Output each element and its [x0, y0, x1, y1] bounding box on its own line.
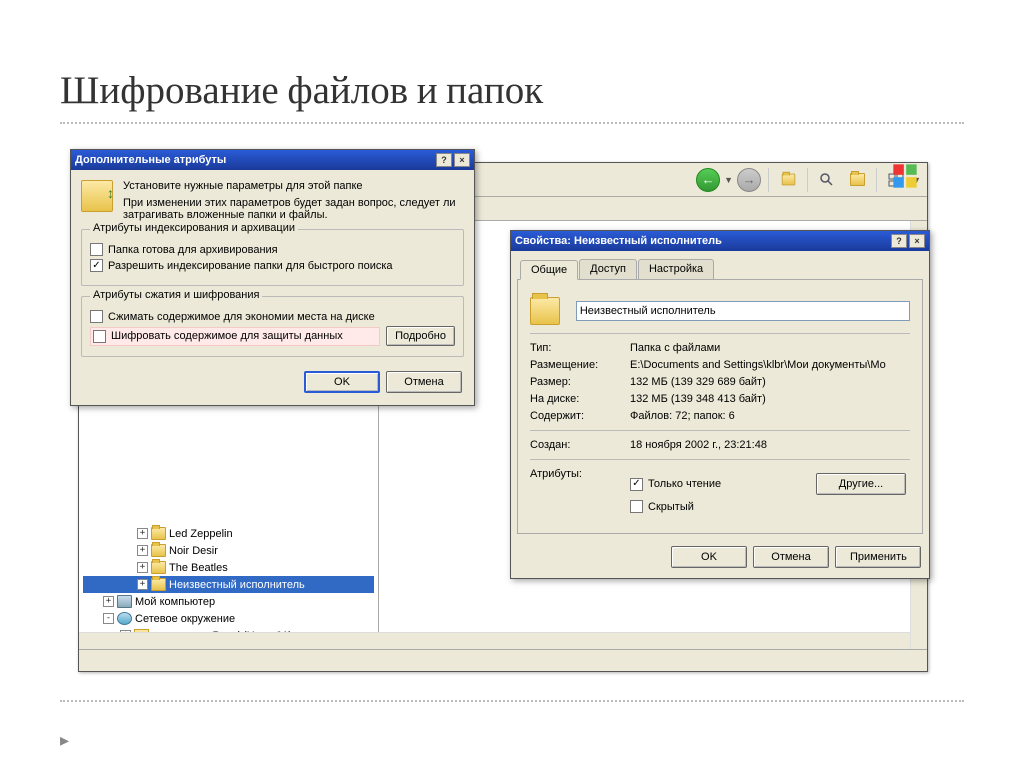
windows-flag-icon	[891, 162, 919, 190]
apply-button[interactable]: Применить	[835, 546, 921, 568]
encrypt-checkbox[interactable]	[93, 330, 106, 343]
statusbar	[79, 649, 927, 671]
slide-title: Шифрование файлов и папок	[60, 68, 543, 113]
created-label: Создан:	[530, 439, 630, 451]
tab-access[interactable]: Доступ	[579, 259, 637, 279]
up-folder-button[interactable]	[774, 167, 802, 193]
tree-label: Noir Desir	[169, 545, 218, 557]
other-button-highlight: Другие...	[812, 471, 910, 497]
compress-checkbox[interactable]	[90, 310, 103, 323]
size-value: 132 МБ (139 329 689 байт)	[630, 376, 910, 388]
properties-tabs: Общие Доступ Настройка	[517, 259, 923, 280]
encrypt-highlight: Шифровать содержимое для защиты данных	[90, 327, 380, 346]
ondisk-value: 132 МБ (139 348 413 байт)	[630, 393, 910, 405]
index-label: Разрешить индексирование папки для быстр…	[108, 260, 393, 272]
tree-label: The Beatles	[169, 562, 228, 574]
cancel-button[interactable]: Отмена	[753, 546, 829, 568]
index-archive-fieldset: Атрибуты индексирования и архивации Папк…	[81, 229, 464, 286]
tree-expand-icon[interactable]: +	[137, 528, 148, 539]
compress-encrypt-fieldset: Атрибуты сжатия и шифрования Сжимать сод…	[81, 296, 464, 357]
ok-button[interactable]: OK	[671, 546, 747, 568]
created-value: 18 ноября 2002 г., 23:21:48	[630, 439, 910, 451]
tree-label: Led Zeppelin	[169, 528, 233, 540]
attributes-titlebar[interactable]: Дополнительные атрибуты ? ×	[71, 150, 474, 170]
folder-icon	[151, 561, 166, 574]
tree-item[interactable]: + Мой компьютер	[83, 593, 374, 610]
nav-back-dropdown[interactable]: ▼	[724, 175, 733, 185]
hidden-checkbox[interactable]	[630, 500, 643, 513]
location-value: E:\Documents and Settings\klbr\Мои докум…	[630, 359, 910, 371]
archive-checkbox[interactable]	[90, 243, 103, 256]
tree-item[interactable]: + Неизвестный исполнитель	[83, 576, 374, 593]
folder-icon	[151, 544, 166, 557]
contains-value: Файлов: 72; папок: 6	[630, 410, 910, 422]
intro-text-2: При изменении этих параметров будет зада…	[123, 197, 464, 221]
help-button[interactable]: ?	[891, 234, 907, 248]
type-value: Папка с файлами	[630, 342, 910, 354]
nav-back-button[interactable]: ←	[694, 167, 722, 193]
properties-titlebar[interactable]: Свойства: Неизвестный исполнитель ? ×	[511, 231, 929, 251]
folder-name-input[interactable]	[576, 301, 910, 321]
intro-text-1: Установите нужные параметры для этой пап…	[123, 180, 464, 192]
divider-top	[60, 122, 964, 124]
tree-expand-icon[interactable]: +	[103, 596, 114, 607]
help-button[interactable]: ?	[436, 153, 452, 167]
tree-item[interactable]: - Сетевое окружение	[83, 610, 374, 627]
index-archive-legend: Атрибуты индексирования и архивации	[90, 222, 298, 234]
index-checkbox[interactable]	[90, 259, 103, 272]
folder-icon	[151, 578, 166, 591]
tree-item[interactable]: + Led Zeppelin	[83, 525, 374, 542]
location-label: Размещение:	[530, 359, 630, 371]
size-label: Размер:	[530, 376, 630, 388]
readonly-checkbox[interactable]	[630, 478, 643, 491]
ondisk-label: На диске:	[530, 393, 630, 405]
network-icon	[117, 612, 132, 625]
properties-dialog: Свойства: Неизвестный исполнитель ? × Об…	[510, 230, 930, 579]
hidden-label: Скрытый	[648, 501, 694, 513]
properties-title: Свойства: Неизвестный исполнитель	[515, 235, 889, 247]
contains-label: Содержит:	[530, 410, 630, 422]
tree-label: Сетевое окружение	[135, 613, 235, 625]
attributes-dialog: Дополнительные атрибуты ? × Установите н…	[70, 149, 475, 406]
folders-button[interactable]	[843, 167, 871, 193]
other-attributes-button[interactable]: Другие...	[816, 473, 906, 495]
cancel-button[interactable]: Отмена	[386, 371, 462, 393]
divider-bottom	[60, 700, 964, 702]
folder-icon	[151, 527, 166, 540]
tree-expand-icon[interactable]: +	[137, 579, 148, 590]
search-button[interactable]	[813, 167, 841, 193]
compress-encrypt-legend: Атрибуты сжатия и шифрования	[90, 289, 262, 301]
folder-settings-icon	[81, 180, 113, 212]
nav-forward-button[interactable]: →	[735, 167, 763, 193]
compress-label: Сжимать содержимое для экономии места на…	[108, 311, 375, 323]
tree-item[interactable]: + Noir Desir	[83, 542, 374, 559]
folder-icon	[530, 297, 560, 325]
tab-settings[interactable]: Настройка	[638, 259, 714, 279]
horizontal-scrollbar[interactable]	[79, 632, 910, 649]
tab-general[interactable]: Общие	[520, 260, 578, 280]
computer-icon	[117, 595, 132, 608]
tree-label: Мой компьютер	[135, 596, 215, 608]
readonly-label: Только чтение	[648, 478, 721, 490]
ok-button[interactable]: OK	[304, 371, 380, 393]
type-label: Тип:	[530, 342, 630, 354]
tree-expand-icon[interactable]: -	[103, 613, 114, 624]
attributes-label: Атрибуты:	[530, 468, 630, 480]
attributes-title: Дополнительные атрибуты	[75, 154, 434, 166]
tree-expand-icon[interactable]: +	[137, 545, 148, 556]
tree-expand-icon[interactable]: +	[137, 562, 148, 573]
encrypt-label: Шифровать содержимое для защиты данных	[111, 330, 343, 342]
tree-label: Неизвестный исполнитель	[169, 579, 305, 591]
details-button[interactable]: Подробно	[386, 326, 455, 346]
slide-marker-icon: ▸	[60, 730, 69, 751]
properties-body: Тип:Папка с файлами Размещение:E:\Docume…	[517, 280, 923, 534]
close-button[interactable]: ×	[909, 234, 925, 248]
archive-label: Папка готова для архивирования	[108, 244, 278, 256]
tree-item[interactable]: + The Beatles	[83, 559, 374, 576]
close-button[interactable]: ×	[454, 153, 470, 167]
